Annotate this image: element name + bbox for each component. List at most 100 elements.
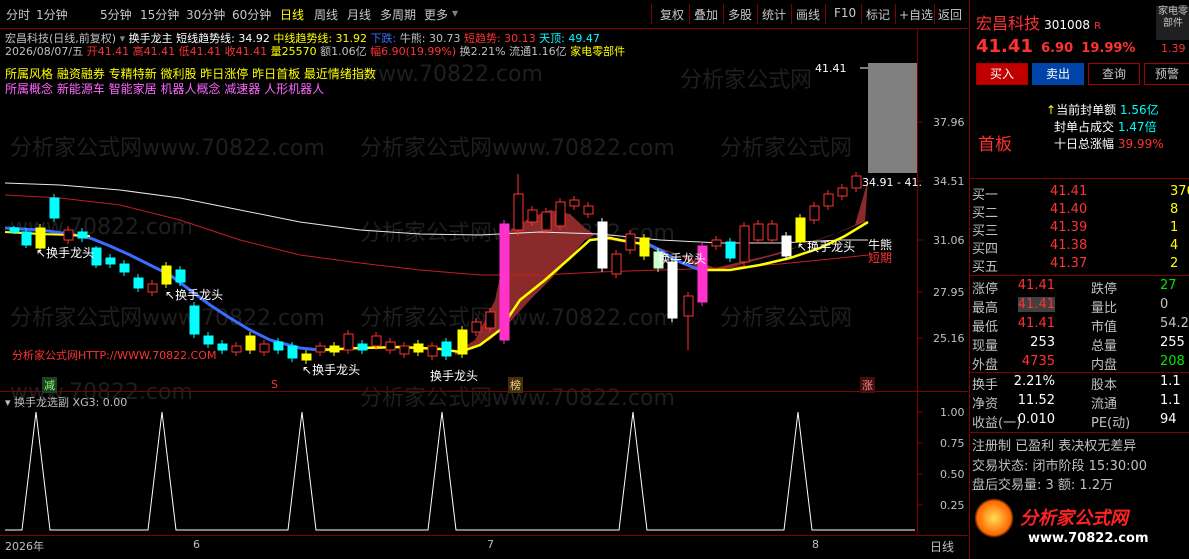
bid-volume: 376 [1170, 184, 1189, 199]
candle-body [231, 345, 242, 353]
bid-label: 买五 [972, 260, 999, 275]
candle-body [569, 199, 580, 207]
stat-value: 41.41 [1017, 278, 1055, 293]
candle-body [217, 343, 228, 351]
arrow-icon: ↖ [36, 246, 47, 260]
price-axis-label: 25.16 [933, 332, 965, 345]
stat-value: 208 [1160, 354, 1185, 369]
candle-body [329, 345, 340, 353]
candle-body [725, 241, 736, 259]
sector-pct: 1.39 [1161, 42, 1186, 55]
sub-chart-menu-icon[interactable]: ▾ [5, 396, 11, 409]
candle-body [287, 345, 298, 359]
buy-button[interactable]: 买入 [976, 63, 1028, 85]
candle-body [161, 265, 172, 285]
time-axis-label: 6 [193, 538, 200, 551]
bid-label: 买一 [972, 188, 999, 203]
price-top-label: 41.41 [815, 62, 847, 75]
candle-body [837, 187, 848, 197]
candle-body [301, 353, 312, 361]
candle-body [189, 305, 200, 335]
bid-volume: 4 [1170, 238, 1179, 253]
signal-label: 换手龙头 [430, 369, 479, 383]
sub-axis-label: 0.75 [940, 437, 965, 450]
stat-label: 内盘 [1091, 358, 1118, 373]
stat-value: 41.41 [1017, 297, 1055, 312]
stat-label: 跌停 [1091, 282, 1118, 297]
seal-arrow-icon: ↑ [1046, 103, 1057, 117]
candle-body [343, 333, 354, 351]
candle-body [555, 201, 566, 227]
stat-label: 最高 [972, 301, 999, 316]
arrow-icon: ↖ [797, 240, 808, 254]
quote-panel: 宏昌科技 301008 R 家电零部件 41.41 6.90 19.99% 1.… [969, 0, 1189, 559]
candle-body [667, 261, 678, 319]
first-board-label: 首板 [978, 135, 1012, 155]
arrow-icon: ↖ [302, 363, 313, 377]
candle-body [315, 345, 326, 353]
candle-body [767, 223, 778, 241]
candle-body [385, 341, 396, 351]
stat-label: 最低 [972, 320, 999, 335]
stat-label: 市值 [1091, 320, 1118, 335]
candle-body [499, 223, 510, 341]
candle-body [583, 205, 594, 215]
stat-value: 94 [1160, 412, 1177, 427]
stock-code: 301008 [1044, 18, 1090, 32]
alert-button[interactable]: 预警 [1144, 63, 1189, 85]
overlay-block [868, 63, 917, 173]
candle-body [119, 263, 130, 273]
candle-body [513, 193, 524, 231]
marker-bang: 榜 [508, 377, 523, 393]
stat-value: 253 [1030, 335, 1055, 350]
candle-body [781, 235, 792, 257]
candle-body [77, 231, 88, 239]
arrow-icon: ↖ [165, 288, 176, 302]
sector-tag[interactable]: 家电零部件 [1156, 6, 1189, 40]
candle-body [597, 221, 608, 269]
time-axis-label: 7 [487, 538, 494, 551]
stat-value: 11.52 [1017, 393, 1055, 408]
bid-price: 41.39 [1050, 220, 1088, 235]
sub-axis-label: 1.00 [940, 406, 965, 419]
candle-body [147, 283, 158, 293]
stat-label: PE(动) [1091, 416, 1131, 431]
candle-body [739, 225, 750, 263]
stat-value: 0 [1160, 297, 1169, 312]
stat-label: 换手 [972, 378, 999, 393]
candle-body [133, 277, 144, 289]
candle-body [175, 269, 186, 283]
period-indicator[interactable]: 日线 [930, 538, 954, 555]
signal-label: ↖换手龙头 [797, 240, 856, 254]
price-pct: 19.99% [1081, 41, 1136, 56]
sub-chart-title: ▾ 换手龙选副 XG3: 0.00 [5, 396, 128, 409]
stat-value: 41.41 [1017, 316, 1055, 331]
r-flag: R [1094, 21, 1102, 32]
price-change: 6.90 [1041, 41, 1074, 56]
short-term-tag: 短期 [868, 251, 893, 265]
stat-label: 现量 [972, 339, 999, 354]
bid-volume: 1 [1170, 220, 1179, 235]
candle-body [413, 343, 424, 353]
query-button[interactable]: 查询 [1088, 63, 1140, 85]
stat-value: 1.1 [1160, 393, 1181, 408]
candle-body [809, 205, 820, 221]
candle-body [823, 193, 834, 207]
candle-body [203, 335, 214, 345]
bid-price: 41.38 [1050, 238, 1088, 253]
candle-body [441, 341, 452, 357]
candle-body [457, 329, 468, 355]
candle-body [851, 175, 862, 189]
sell-button[interactable]: 卖出 [1032, 63, 1084, 85]
candle-body [357, 343, 368, 351]
signal-label: 换手龙头 [658, 252, 707, 266]
bid-price: 41.37 [1050, 256, 1088, 271]
stat-label: 净资 [972, 397, 999, 412]
logo-url: www.70822.com [1028, 531, 1149, 546]
bid-price: 41.40 [1050, 202, 1088, 217]
marker-jian: 减 [42, 377, 57, 393]
time-axis-label: 8 [812, 538, 819, 551]
stat-value: 1.1 [1160, 374, 1181, 389]
after-hours: 盘后交易量: 3 额: 1.2万 [972, 478, 1114, 493]
logo-text: 分析家公式网 [1020, 508, 1128, 529]
